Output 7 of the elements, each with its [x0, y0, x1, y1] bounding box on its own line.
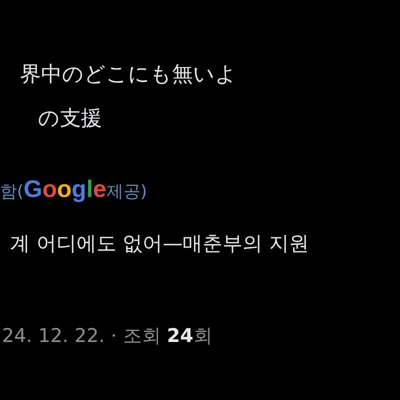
translation-label: 함(: [0, 181, 24, 203]
translated-text: 계 어디에도 없어—매춘부의 지원: [9, 230, 310, 257]
translation-label: 제공): [106, 181, 147, 203]
google-logo-text[interactable]: Google: [24, 176, 106, 204]
post-meta-text: 24. 12. 22. · 조회 24회: [1, 324, 214, 349]
post-text-line: の支援: [37, 105, 103, 132]
post-text-line: 界中のどこにも無いよ: [19, 61, 238, 88]
